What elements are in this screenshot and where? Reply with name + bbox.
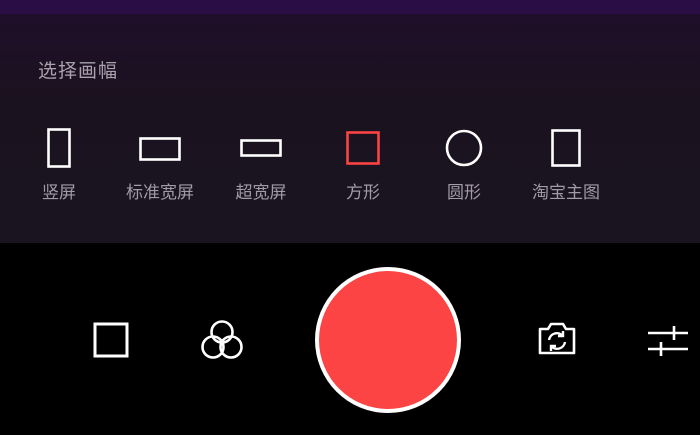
ratio-label: 超宽屏: [235, 183, 287, 203]
square-aspect-icon[interactable]: [93, 322, 129, 358]
ratio-option-square[interactable]: 方形: [318, 120, 408, 210]
ratio-label: 标准宽屏: [126, 183, 194, 203]
ratio-label: 竖屏: [42, 183, 76, 203]
square-frame-icon: [346, 131, 380, 165]
ultrawide-frame-icon: [240, 139, 282, 157]
ratio-option-taobao[interactable]: 淘宝主图: [521, 120, 611, 210]
portrait-frame-icon: [47, 128, 71, 168]
filter-circles-icon[interactable]: [199, 319, 245, 361]
taobao-frame-icon: [551, 129, 581, 167]
ratio-label: 圆形: [447, 183, 481, 203]
record-button[interactable]: [315, 267, 461, 413]
circle-frame-icon: [445, 129, 483, 167]
sliders-icon[interactable]: [646, 323, 690, 359]
flip-camera-icon[interactable]: [536, 318, 578, 360]
ratio-option-portrait[interactable]: 竖屏: [14, 120, 104, 210]
widescreen-frame-icon: [139, 137, 181, 161]
ratio-option-circle[interactable]: 圆形: [419, 120, 509, 210]
camera-screen: 选择画幅 竖屏 标准宽屏 超宽屏 方形 圆形 淘宝主图: [0, 0, 700, 435]
panel-title: 选择画幅: [38, 60, 119, 82]
ratio-option-widescreen[interactable]: 标准宽屏: [115, 120, 205, 210]
ratio-label: 淘宝主图: [532, 183, 600, 203]
ratio-label: 方形: [346, 183, 380, 203]
ratio-option-ultrawide[interactable]: 超宽屏: [216, 120, 306, 210]
top-strip: [0, 0, 700, 14]
aspect-ratio-panel: 选择画幅 竖屏 标准宽屏 超宽屏 方形 圆形 淘宝主图: [0, 0, 700, 243]
record-button-fill: [319, 271, 457, 409]
